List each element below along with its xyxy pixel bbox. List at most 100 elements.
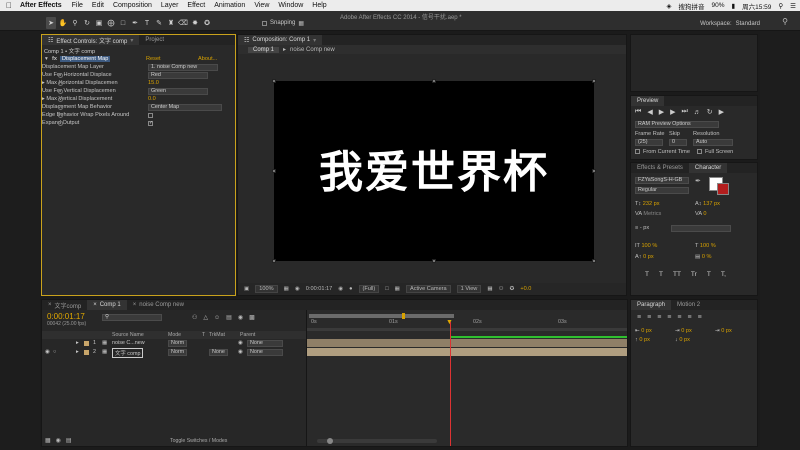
hscale-value[interactable]: 100 % [700, 243, 716, 249]
motion-blur-icon[interactable]: ◉ [238, 314, 243, 321]
snapping-checkbox[interactable] [262, 20, 267, 26]
about-link[interactable]: About... [198, 56, 217, 62]
layer-bar-noise[interactable] [307, 339, 627, 347]
menu-view[interactable]: View [254, 2, 269, 9]
layer-row[interactable]: ▸ 1 ▦ noise C...new Norm ◉ None [42, 339, 306, 348]
max-h-value[interactable]: 15.0 [148, 80, 159, 86]
eyedropper-icon[interactable]: ✒ [695, 177, 701, 185]
align-left-icon[interactable]: ≡ [637, 314, 641, 321]
expand-arrow-icon[interactable]: ▸ [76, 349, 79, 355]
close-icon[interactable]: × [133, 302, 137, 308]
clock[interactable]: 周六15:59 [742, 1, 771, 11]
layer-trkmat-dropdown[interactable]: None [209, 349, 228, 356]
snapshot-icon[interactable]: ◉ [338, 286, 343, 292]
parent-pickwhip-icon[interactable]: ◉ [238, 349, 243, 355]
tab-project[interactable]: Project [139, 35, 170, 45]
tab-motion-2[interactable]: Motion 2 [671, 300, 706, 310]
small-caps-button[interactable]: Tr [691, 271, 697, 278]
transfer-controls-icon[interactable]: ◉ [56, 437, 61, 444]
shy-icon[interactable]: ☺ [214, 315, 220, 321]
layer-switches-icon[interactable]: ▦ [45, 437, 51, 444]
space-after-value[interactable]: 0 px [679, 337, 690, 343]
hand-tool-icon[interactable]: ✋ [58, 17, 68, 29]
app-name[interactable]: After Effects [20, 2, 62, 9]
justify-center-icon[interactable]: ≡ [677, 314, 681, 321]
tsume-value[interactable]: 0 % [702, 254, 712, 260]
all-caps-button[interactable]: TT [673, 271, 681, 278]
justify-right-icon[interactable]: ≡ [687, 314, 691, 321]
tab-comp-1[interactable]: Comp 1 [248, 46, 280, 53]
zoom-tool-icon[interactable]: ⚲ [70, 17, 80, 29]
pen-tool-icon[interactable]: ✒ [130, 17, 140, 29]
fx-icon[interactable]: fx [52, 56, 57, 62]
resolution-dropdown[interactable]: Auto [693, 139, 733, 146]
ram-preview-icon[interactable]: ▶ [719, 108, 724, 116]
indent-right-value[interactable]: 0 px [681, 328, 692, 334]
always-preview-icon[interactable]: ▣ [244, 286, 249, 292]
audio-icon[interactable]: ♬ [694, 109, 701, 116]
zoom-slider-thumb[interactable] [327, 438, 333, 444]
draft-3d-icon[interactable]: △ [203, 314, 208, 321]
transform-handle[interactable] [432, 259, 436, 263]
stopwatch-icon[interactable] [58, 113, 63, 118]
next-frame-icon[interactable]: ▶ [670, 108, 675, 116]
composition-canvas[interactable]: 我爱世界杯 [272, 79, 596, 263]
col-t[interactable]: T [202, 332, 205, 338]
in-out-icon[interactable]: ▤ [66, 437, 72, 444]
tab-character[interactable]: Character [688, 163, 728, 173]
exposure-value[interactable]: +0.0 [520, 286, 531, 292]
stamp-tool-icon[interactable]: ♜ [166, 17, 176, 29]
tab-noise-comp-new[interactable]: noise Comp new [290, 47, 335, 53]
menu-edit[interactable]: Edit [92, 2, 104, 9]
tracking-value[interactable]: 0 [703, 211, 706, 217]
reset-link[interactable]: Reset [146, 56, 161, 62]
justify-all-icon[interactable]: ≡ [698, 314, 702, 321]
search-icon[interactable]: ⚲ [778, 2, 783, 10]
menu-help[interactable]: Help [312, 2, 326, 9]
stopwatch-icon[interactable] [58, 81, 63, 86]
transform-handle[interactable] [272, 259, 276, 263]
stroke-color-swatch[interactable] [717, 183, 729, 195]
puppet-tool-icon[interactable]: ✪ [202, 17, 212, 29]
skip-dropdown[interactable]: 0 [669, 139, 687, 146]
selection-tool-icon[interactable]: ➤ [46, 17, 56, 29]
align-center-icon[interactable]: ≡ [647, 314, 651, 321]
list-icon[interactable]: ☰ [790, 2, 796, 10]
stopwatch-icon[interactable] [58, 121, 63, 126]
map-layer-dropdown[interactable]: 1. noise Comp new [148, 64, 218, 71]
layer-mode-dropdown[interactable]: Norm [168, 340, 188, 347]
playhead-line[interactable] [450, 322, 451, 446]
stroke-width-value[interactable]: - px [640, 225, 649, 231]
timeline-current-time[interactable]: 0:00:01:17 [47, 312, 85, 321]
font-size-value[interactable]: 232 px [643, 201, 660, 207]
vscale-value[interactable]: 100 % [641, 243, 657, 249]
from-current-checkbox[interactable] [635, 149, 640, 154]
align-right-icon[interactable]: ≡ [657, 314, 661, 321]
col-parent[interactable]: Parent [240, 332, 255, 338]
menu-composition[interactable]: Composition [113, 2, 152, 9]
col-source-name[interactable]: Source Name [112, 332, 144, 338]
camera-dropdown[interactable]: Active Camera [405, 285, 451, 293]
col-trkmat[interactable]: TrkMat [209, 332, 225, 338]
pan-behind-tool-icon[interactable]: ⨁ [106, 17, 116, 29]
space-before-value[interactable]: 0 px [639, 337, 650, 343]
baseline-value[interactable]: 0 px [643, 254, 654, 260]
type-tool-icon[interactable]: T [142, 17, 152, 29]
workspace-select[interactable]: Standard [736, 21, 760, 27]
use-h-dropdown[interactable]: Red [148, 72, 208, 79]
label-color-swatch[interactable] [84, 341, 89, 346]
expand-checkbox-checked[interactable]: ✓ [148, 121, 153, 126]
input-method[interactable]: 搜狗拼音 [679, 1, 705, 11]
stopwatch-icon[interactable] [58, 97, 63, 102]
indent-first-value[interactable]: 0 px [721, 328, 732, 334]
visibility-eye-icon[interactable]: ◉ [45, 349, 50, 355]
max-v-value[interactable]: 0.0 [148, 96, 156, 102]
wrap-checkbox[interactable] [148, 113, 153, 118]
tab-wenzi-comp[interactable]: × 文字comp [42, 300, 87, 310]
tab-composition[interactable]: ☷ Composition: Comp 1 ▾ [238, 35, 323, 45]
layer-row[interactable]: ◉ ○ ▸ 2 ▦ 文字 comp Norm None ◉ None [42, 348, 306, 358]
tab-paragraph[interactable]: Paragraph [631, 300, 672, 310]
flowchart-icon[interactable]: ⚇ [499, 286, 504, 292]
frame-rate-dropdown[interactable]: (25) [635, 139, 663, 146]
wifi-icon[interactable]: ◈ [667, 2, 672, 10]
